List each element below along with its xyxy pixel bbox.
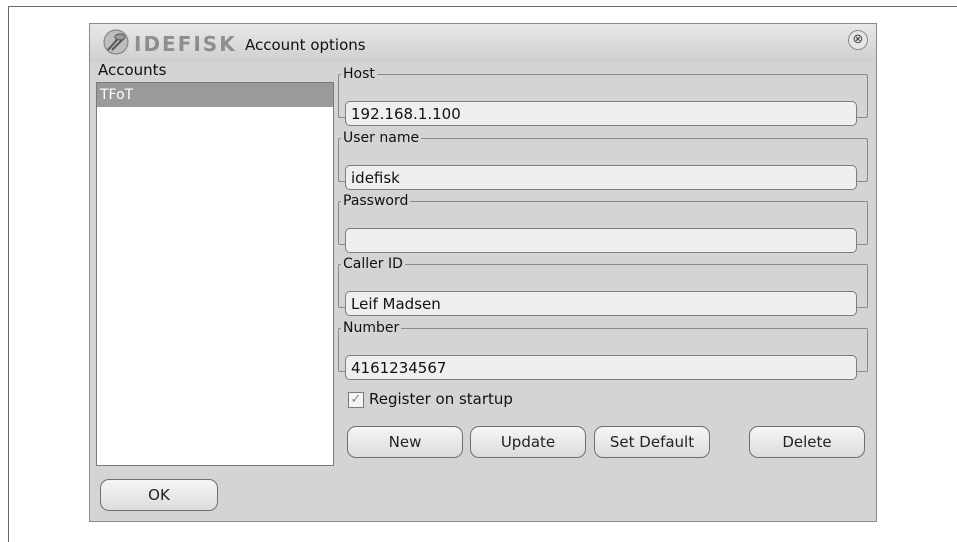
username-legend: User name	[343, 130, 420, 146]
accounts-label: Accounts	[98, 61, 167, 79]
window-title: Account options	[245, 36, 366, 54]
number-group: Number	[338, 320, 868, 380]
host-group: Host	[338, 66, 868, 126]
close-icon[interactable]: ⊗	[848, 30, 868, 50]
page-frame-top	[8, 6, 957, 7]
page-frame-left	[8, 6, 9, 542]
new-button[interactable]: New	[347, 426, 463, 458]
update-button[interactable]: Update	[470, 426, 586, 458]
delete-button[interactable]: Delete	[749, 426, 865, 458]
number-input[interactable]	[345, 355, 857, 380]
idefisk-logo-icon	[103, 29, 129, 55]
host-input[interactable]	[345, 101, 857, 126]
ok-button[interactable]: OK	[100, 479, 218, 511]
title-bar[interactable]: IDEFISK Account options ⊗	[90, 24, 876, 62]
caller-id-group: Caller ID	[338, 256, 868, 316]
account-options-dialog: IDEFISK Account options ⊗ Accounts TFoT …	[89, 23, 877, 522]
password-group: Password	[338, 193, 868, 253]
account-item-tfot[interactable]: TFoT	[97, 83, 333, 107]
caller-id-input[interactable]	[345, 291, 857, 316]
register-on-startup-checkbox[interactable]: ✓	[348, 392, 364, 408]
accounts-list[interactable]: TFoT	[96, 82, 334, 466]
host-legend: Host	[343, 66, 375, 82]
set-default-button[interactable]: Set Default	[594, 426, 710, 458]
app-logo-text: IDEFISK	[134, 32, 237, 56]
checkbox-check-icon: ✓	[350, 392, 362, 407]
username-group: User name	[338, 130, 868, 190]
number-legend: Number	[343, 320, 400, 336]
username-input[interactable]	[345, 165, 857, 190]
caller-id-legend: Caller ID	[343, 256, 403, 272]
password-legend: Password	[343, 193, 409, 209]
password-input[interactable]	[345, 228, 857, 253]
register-on-startup-label: Register on startup	[369, 390, 513, 408]
